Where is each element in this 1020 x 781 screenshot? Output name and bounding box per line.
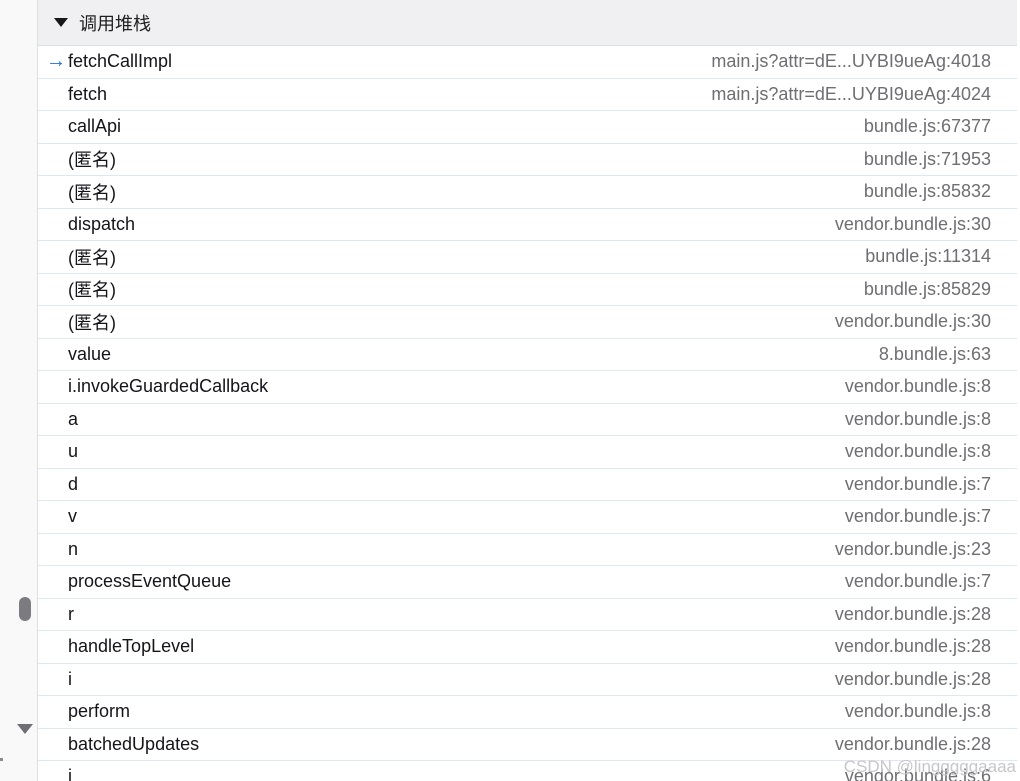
- stack-frame-row[interactable]: processEventQueue vendor.bundle.js:7: [38, 566, 1017, 599]
- frame-function-name: i: [68, 668, 72, 689]
- call-stack-frames: → fetchCallImpl main.js?attr=dE...UYBI9ueA…: [38, 46, 1017, 781]
- arrow-right-icon: →: [46, 50, 66, 72]
- frame-source-location[interactable]: vendor.bundle.js:28: [835, 636, 991, 657]
- frame-source-location[interactable]: bundle.js:85832: [864, 181, 991, 202]
- stack-frame-row[interactable]: (匿名) vendor.bundle.js:30: [38, 306, 1017, 339]
- stack-frame-row[interactable]: (匿名) bundle.js:11314: [38, 241, 1017, 274]
- frame-source-location[interactable]: vendor.bundle.js:7: [845, 506, 991, 527]
- frame-function-name: i.invokeGuardedCallback: [68, 376, 269, 397]
- frame-function-name: (匿名): [68, 182, 116, 203]
- frame-source-location[interactable]: vendor.bundle.js:7: [845, 474, 991, 495]
- frame-source-location[interactable]: bundle.js:11314: [865, 246, 991, 267]
- frame-source-location[interactable]: vendor.bundle.js:30: [835, 214, 991, 235]
- frame-source-location[interactable]: vendor.bundle.js:30: [835, 311, 991, 332]
- frame-source-location[interactable]: 8.bundle.js:63: [879, 344, 991, 365]
- frame-function-name: dispatch: [68, 213, 136, 234]
- stack-frame-row[interactable]: d vendor.bundle.js:7: [38, 469, 1017, 501]
- stack-frame-row[interactable]: i.invokeGuardedCallback vendor.bundle.js:…: [38, 371, 1017, 404]
- frame-function-name: handleTopLevel: [68, 636, 195, 657]
- frame-source-location[interactable]: vendor.bundle.js:8: [845, 441, 991, 462]
- triangle-down-icon[interactable]: [54, 18, 68, 27]
- stack-frame-row[interactable]: dispatch vendor.bundle.js:30: [38, 209, 1017, 241]
- frame-source-location[interactable]: vendor.bundle.js:28: [835, 669, 991, 690]
- frame-function-name: perform: [68, 701, 131, 722]
- call-stack-header[interactable]: 调用堆栈: [38, 0, 1017, 46]
- frame-function-name: n: [68, 538, 79, 559]
- gutter-marker: [0, 758, 3, 761]
- frame-source-location[interactable]: vendor.bundle.js:8: [845, 409, 991, 430]
- frame-source-location[interactable]: bundle.js:85829: [864, 279, 991, 300]
- left-gutter: [0, 0, 38, 781]
- stack-frame-row[interactable]: (匿名) bundle.js:71953: [38, 144, 1017, 176]
- stack-frame-row[interactable]: (匿名) bundle.js:85832: [38, 176, 1017, 209]
- stack-frame-row[interactable]: a vendor.bundle.js:8: [38, 404, 1017, 436]
- stack-frame-row[interactable]: u vendor.bundle.js:8: [38, 436, 1017, 469]
- frame-function-name: v: [68, 506, 77, 527]
- frame-source-location[interactable]: main.js?attr=dE...UYBI9ueAg:4018: [711, 51, 991, 72]
- frame-function-name: fetchCallImpl: [68, 51, 173, 72]
- scrollbar-thumb[interactable]: [19, 597, 31, 621]
- call-stack-panel: 调用堆栈 → fetchCallImpl main.js?attr=dE...UYB…: [38, 0, 1017, 781]
- stack-frame-row[interactable]: fetch main.js?attr=dE...UYBI9ueAg:4024: [38, 79, 1017, 111]
- frame-source-location[interactable]: vendor.bundle.js:8: [845, 376, 991, 397]
- stack-frame-row[interactable]: r vendor.bundle.js:28: [38, 599, 1017, 631]
- frame-function-name: i: [68, 766, 72, 781]
- call-stack-title: 调用堆栈: [79, 13, 151, 34]
- frame-source-location[interactable]: vendor.bundle.js:28: [835, 734, 991, 755]
- stack-frame-row[interactable]: v vendor.bundle.js:7: [38, 501, 1017, 534]
- frame-function-name: callApi: [68, 116, 122, 137]
- frame-source-location[interactable]: vendor.bundle.js:23: [835, 539, 991, 560]
- frame-function-name: (匿名): [68, 150, 116, 171]
- frame-source-location[interactable]: bundle.js:71953: [864, 149, 991, 170]
- frame-function-name: batchedUpdates: [68, 733, 200, 754]
- frame-function-name: processEventQueue: [68, 571, 232, 592]
- frame-source-location[interactable]: main.js?attr=dE...UYBI9ueAg:4024: [711, 84, 991, 105]
- stack-frame-row[interactable]: n vendor.bundle.js:23: [38, 534, 1017, 566]
- frame-function-name: r: [68, 603, 74, 624]
- stack-frame-row[interactable]: callApi bundle.js:67377: [38, 111, 1017, 144]
- frame-function-name: (匿名): [68, 280, 116, 301]
- frame-source-location[interactable]: vendor.bundle.js:28: [835, 604, 991, 625]
- frame-function-name: d: [68, 473, 79, 494]
- frame-source-location[interactable]: vendor.bundle.js:7: [845, 571, 991, 592]
- frame-function-name: (匿名): [68, 247, 116, 268]
- frame-function-name: fetch: [68, 83, 108, 104]
- frame-function-name: (匿名): [68, 312, 116, 333]
- frame-source-location[interactable]: vendor.bundle.js:8: [845, 701, 991, 722]
- stack-frame-row[interactable]: → fetchCallImpl main.js?attr=dE...UYBI9ueA…: [38, 46, 1017, 79]
- stack-frame-row[interactable]: handleTopLevel vendor.bundle.js:28: [38, 631, 1017, 664]
- frame-source-location[interactable]: bundle.js:67377: [864, 116, 991, 137]
- frame-function-name: value: [68, 343, 112, 364]
- stack-frame-row[interactable]: value 8.bundle.js:63: [38, 339, 1017, 371]
- stack-frame-row[interactable]: (匿名) bundle.js:85829: [38, 274, 1017, 306]
- stack-frame-row[interactable]: i vendor.bundle.js:28: [38, 664, 1017, 696]
- frame-function-name: a: [68, 408, 79, 429]
- watermark: CSDN @lingggggaaaa: [843, 757, 1016, 776]
- scroll-down-arrow-icon[interactable]: [17, 724, 33, 734]
- stack-frame-row[interactable]: perform vendor.bundle.js:8: [38, 696, 1017, 729]
- frame-function-name: u: [68, 441, 79, 462]
